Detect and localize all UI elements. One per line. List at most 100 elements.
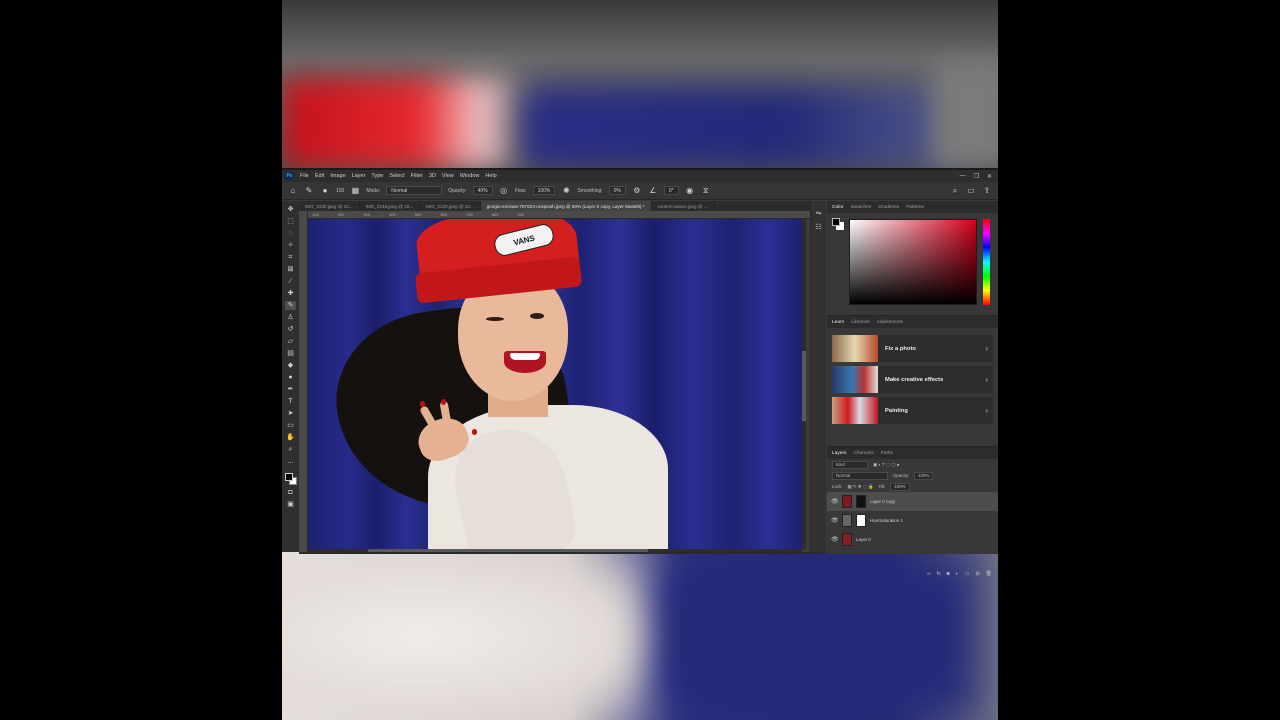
home-icon[interactable]: ⌂ <box>288 186 298 196</box>
document-tab[interactable]: content-aware.jpeg @ ... <box>652 201 715 211</box>
symmetry-icon[interactable]: ⧖ <box>701 186 711 196</box>
document-tab[interactable]: IMG_2330.jpeg @ 10... <box>299 201 360 211</box>
layer-mask-thumbnail[interactable] <box>856 495 866 508</box>
fx-icon[interactable]: fx <box>937 571 941 579</box>
hand-tool-icon[interactable]: ✋ <box>285 433 296 442</box>
layer-fill-field[interactable]: 100% <box>890 482 910 491</box>
tab-color[interactable]: Color <box>832 205 843 210</box>
adjustment-icon[interactable]: ◐ <box>956 571 959 579</box>
properties-icon[interactable]: ☷ <box>815 223 821 231</box>
healing-brush-tool-icon[interactable]: ✚ <box>285 289 296 298</box>
brush-settings-icon[interactable]: ▦ <box>350 186 360 196</box>
menu-layer[interactable]: Layer <box>352 173 366 179</box>
menu-type[interactable]: Type <box>371 173 383 179</box>
tab-layers[interactable]: Layers <box>832 451 846 456</box>
flow-field[interactable]: 100% <box>532 186 556 195</box>
angle-field[interactable]: 0° <box>663 186 679 195</box>
marquee-tool-icon[interactable]: ⬚ <box>285 217 296 226</box>
blend-mode-dropdown[interactable]: Normal <box>832 471 888 480</box>
path-selection-tool-icon[interactable]: ➤ <box>285 409 296 418</box>
rectangle-tool-icon[interactable]: ▭ <box>285 421 296 430</box>
pen-tool-icon[interactable]: ✒ <box>285 385 296 394</box>
document-tab-active[interactable]: giorgio-encinas-787623-unsplash.jpeg @ 5… <box>480 201 652 211</box>
opacity-field[interactable]: 40% <box>472 186 493 195</box>
more-tools-icon[interactable]: … <box>285 457 296 466</box>
tab-learn[interactable]: Learn <box>832 320 844 325</box>
airbrush-icon[interactable]: ✺ <box>561 186 571 196</box>
magic-wand-tool-icon[interactable]: ✧ <box>285 241 296 250</box>
eraser-tool-icon[interactable]: ▱ <box>285 337 296 346</box>
quick-mask-icon[interactable]: ◘ <box>285 488 296 497</box>
menu-3d[interactable]: 3D <box>429 173 436 179</box>
menu-file[interactable]: File <box>300 173 309 179</box>
tab-paths[interactable]: Paths <box>881 451 893 456</box>
color-picker-field[interactable] <box>849 219 977 305</box>
group-icon[interactable]: ▭ <box>965 571 970 579</box>
menu-image[interactable]: Image <box>330 173 345 179</box>
tab-channels[interactable]: Channels <box>853 451 873 456</box>
workspace-icon[interactable]: ▭ <box>966 186 976 196</box>
scroll-thumb[interactable] <box>802 351 806 421</box>
blur-tool-icon[interactable]: ◆ <box>285 361 296 370</box>
canvas-vertical-scrollbar[interactable] <box>802 219 806 549</box>
add-mask-icon[interactable]: ◙ <box>947 571 950 579</box>
color-panel-swatches[interactable] <box>832 218 844 230</box>
dodge-tool-icon[interactable]: ● <box>285 373 296 382</box>
layer-row[interactable]: 👁 Layer 0 <box>827 530 998 549</box>
menu-help[interactable]: Help <box>485 173 496 179</box>
brush-tool-icon[interactable]: ✎ <box>285 301 296 310</box>
smoothing-field[interactable]: 0% <box>608 186 626 195</box>
menu-edit[interactable]: Edit <box>315 173 324 179</box>
eye-icon[interactable]: 👁 <box>831 498 839 505</box>
close-button[interactable]: ✕ <box>987 173 992 180</box>
screen-mode-icon[interactable]: ▣ <box>285 500 296 509</box>
lasso-tool-icon[interactable]: ◌ <box>285 229 296 238</box>
clone-stamp-tool-icon[interactable]: ♙ <box>285 313 296 322</box>
type-tool-icon[interactable]: T <box>285 397 296 406</box>
lock-icons[interactable]: ▦ ✎ ✥ ⬚ 🔒 <box>848 484 874 490</box>
learn-item-creative-effects[interactable]: Make creative effects › <box>832 366 993 393</box>
history-brush-tool-icon[interactable]: ↺ <box>285 325 296 334</box>
tab-gradients[interactable]: Gradients <box>878 205 899 210</box>
document-tab[interactable]: IMG_2120.jpeg @ 10... <box>420 201 481 211</box>
document-canvas[interactable]: VANS <box>308 219 802 549</box>
foreground-color-swatch[interactable] <box>284 473 293 481</box>
fg-bg-color-swatch[interactable] <box>284 473 297 485</box>
frame-tool-icon[interactable]: ⊠ <box>285 265 296 274</box>
new-layer-icon[interactable]: ⊞ <box>975 571 979 579</box>
eye-icon[interactable]: 👁 <box>831 536 839 543</box>
zoom-tool-icon[interactable]: ⌕ <box>285 445 296 454</box>
menu-select[interactable]: Select <box>389 173 404 179</box>
crop-tool-icon[interactable]: ⌗ <box>285 253 296 262</box>
menu-view[interactable]: View <box>442 173 454 179</box>
restore-button[interactable]: ❐ <box>974 173 979 180</box>
document-tab[interactable]: IMG_2248.jpeg @ 10... <box>360 201 421 211</box>
menu-window[interactable]: Window <box>460 173 480 179</box>
tab-adjustments[interactable]: Adjustments <box>877 320 903 325</box>
trash-icon[interactable]: 🗑 <box>986 571 992 579</box>
layer-kind-filter[interactable]: Kind <box>832 460 868 469</box>
filter-icons[interactable]: ▣ ◐ T ⬚ ▢ ● <box>873 462 899 468</box>
mode-dropdown[interactable]: Normal <box>386 186 443 195</box>
tab-swatches[interactable]: Swatches <box>850 205 871 210</box>
pressure-size-icon[interactable]: ◉ <box>685 186 695 196</box>
tab-patterns[interactable]: Patterns <box>906 205 924 210</box>
share-icon[interactable]: ⇪ <box>982 186 992 196</box>
layer-mask-thumbnail[interactable] <box>856 514 866 527</box>
layer-row[interactable]: 👁 Hue/Saturation 1 <box>827 511 998 530</box>
menu-filter[interactable]: Filter <box>411 173 423 179</box>
eyedropper-tool-icon[interactable]: ⁄ <box>285 277 296 286</box>
minimize-button[interactable]: — <box>960 173 966 180</box>
foreground-color-swatch[interactable] <box>832 218 840 226</box>
hue-slider[interactable] <box>983 219 990 305</box>
gradient-tool-icon[interactable]: ▤ <box>285 349 296 358</box>
layer-row-selected[interactable]: 👁 Layer 0 copy <box>827 492 998 511</box>
gear-icon[interactable]: ⚙ <box>632 186 642 196</box>
link-layers-icon[interactable]: ∞ <box>927 571 931 579</box>
eye-icon[interactable]: 👁 <box>831 517 839 524</box>
search-icon[interactable]: ⌕ <box>950 186 960 196</box>
layer-opacity-field[interactable]: 100% <box>914 471 934 480</box>
learn-item-painting[interactable]: Painting › <box>832 397 993 424</box>
tab-libraries[interactable]: Libraries <box>851 320 869 325</box>
history-icon[interactable]: ⇋ <box>816 209 822 217</box>
